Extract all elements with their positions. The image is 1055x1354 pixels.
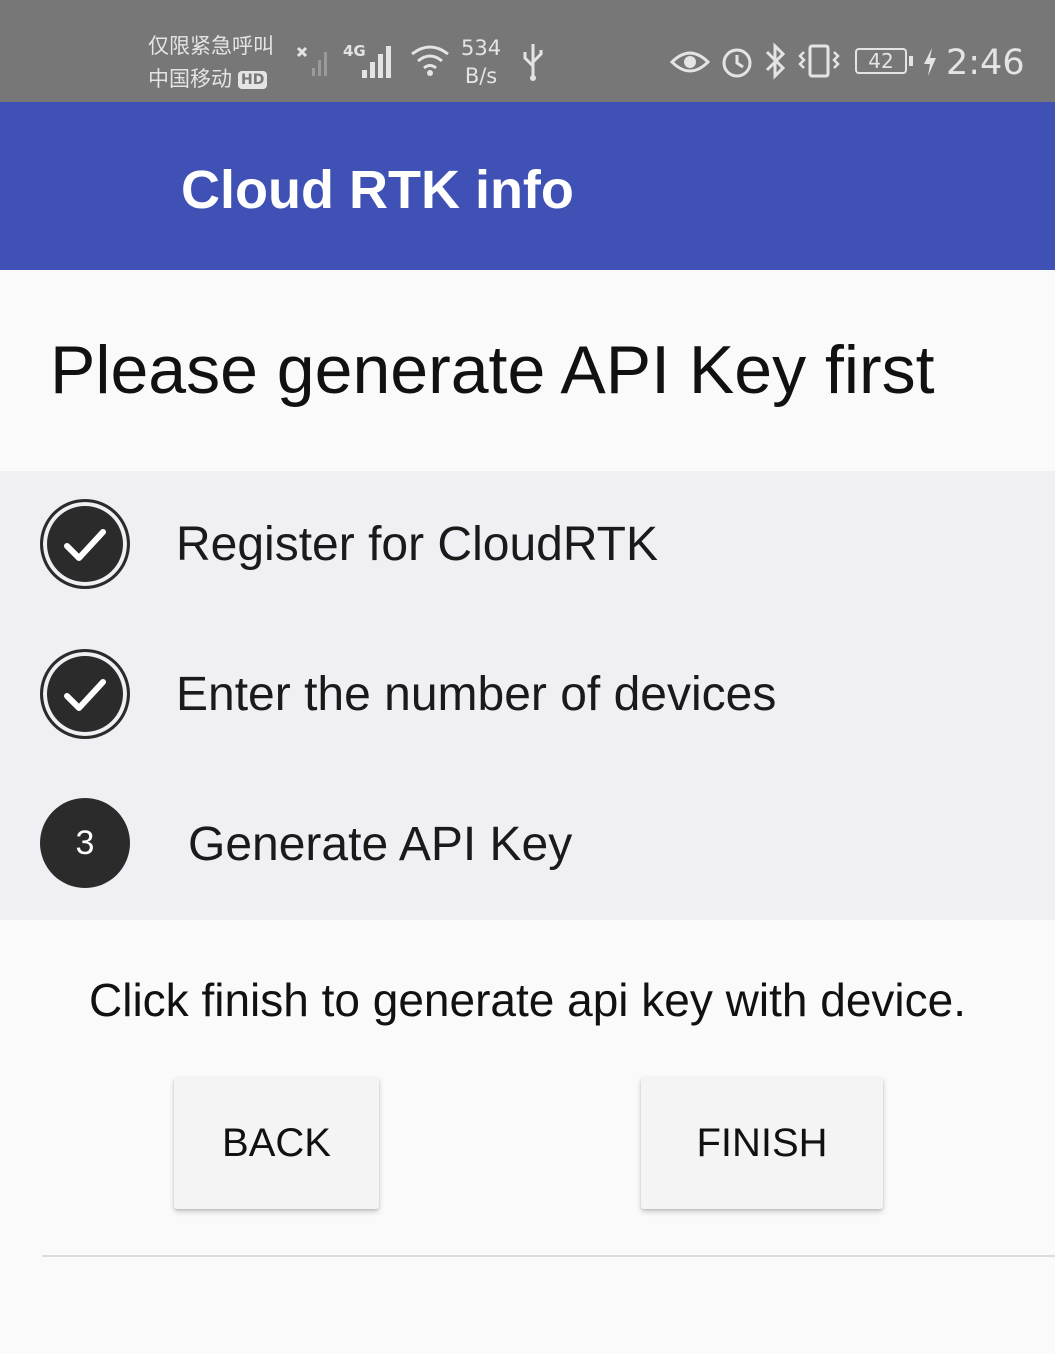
divider — [42, 1255, 1055, 1257]
app-bar-title: Cloud RTK info — [181, 160, 574, 220]
instruction-text: Click finish to generate api key with de… — [89, 974, 966, 1026]
vibrate-icon — [798, 44, 840, 78]
eye-icon — [670, 51, 710, 73]
signal-icon — [362, 46, 391, 78]
hd-badge: HD — [238, 70, 268, 89]
speed-unit: B/s — [464, 64, 498, 88]
carrier-name: 中国移动 — [148, 67, 232, 91]
alarm-icon — [722, 48, 752, 78]
checkmark-icon — [40, 649, 130, 739]
speed-value: 534 — [461, 36, 502, 60]
carrier-info: 仅限紧急呼叫 中国移动 HD — [148, 30, 274, 96]
wifi-icon — [411, 45, 449, 76]
step-number-badge: 3 — [40, 798, 130, 888]
usb-icon — [523, 44, 543, 81]
no-sim-x-icon — [296, 46, 327, 76]
step-label: Register for CloudRTK — [176, 518, 658, 571]
emergency-calls-text: 仅限紧急呼叫 — [148, 34, 274, 58]
checkmark-icon — [40, 499, 130, 589]
charging-icon — [924, 48, 936, 76]
finish-button[interactable]: FINISH — [641, 1077, 883, 1209]
steps-list: Register for CloudRTK Enter the number o… — [0, 471, 1055, 920]
network-speed: 534 B/s — [461, 34, 501, 90]
battery-icon: 42 — [855, 48, 913, 74]
app-bar: Cloud RTK info — [0, 102, 1055, 270]
clock: 2:46 — [946, 43, 1025, 83]
page-heading: Please generate API Key first — [50, 332, 935, 408]
step-label: Enter the number of devices — [176, 668, 777, 721]
status-bar: 仅限紧急呼叫 中国移动 HD 4G 534 B/s 42 2:46 — [0, 0, 1055, 102]
back-button[interactable]: BACK — [174, 1077, 379, 1209]
step-label: Generate API Key — [188, 818, 573, 871]
step-number: 3 — [75, 824, 95, 862]
bluetooth-icon — [765, 42, 786, 80]
